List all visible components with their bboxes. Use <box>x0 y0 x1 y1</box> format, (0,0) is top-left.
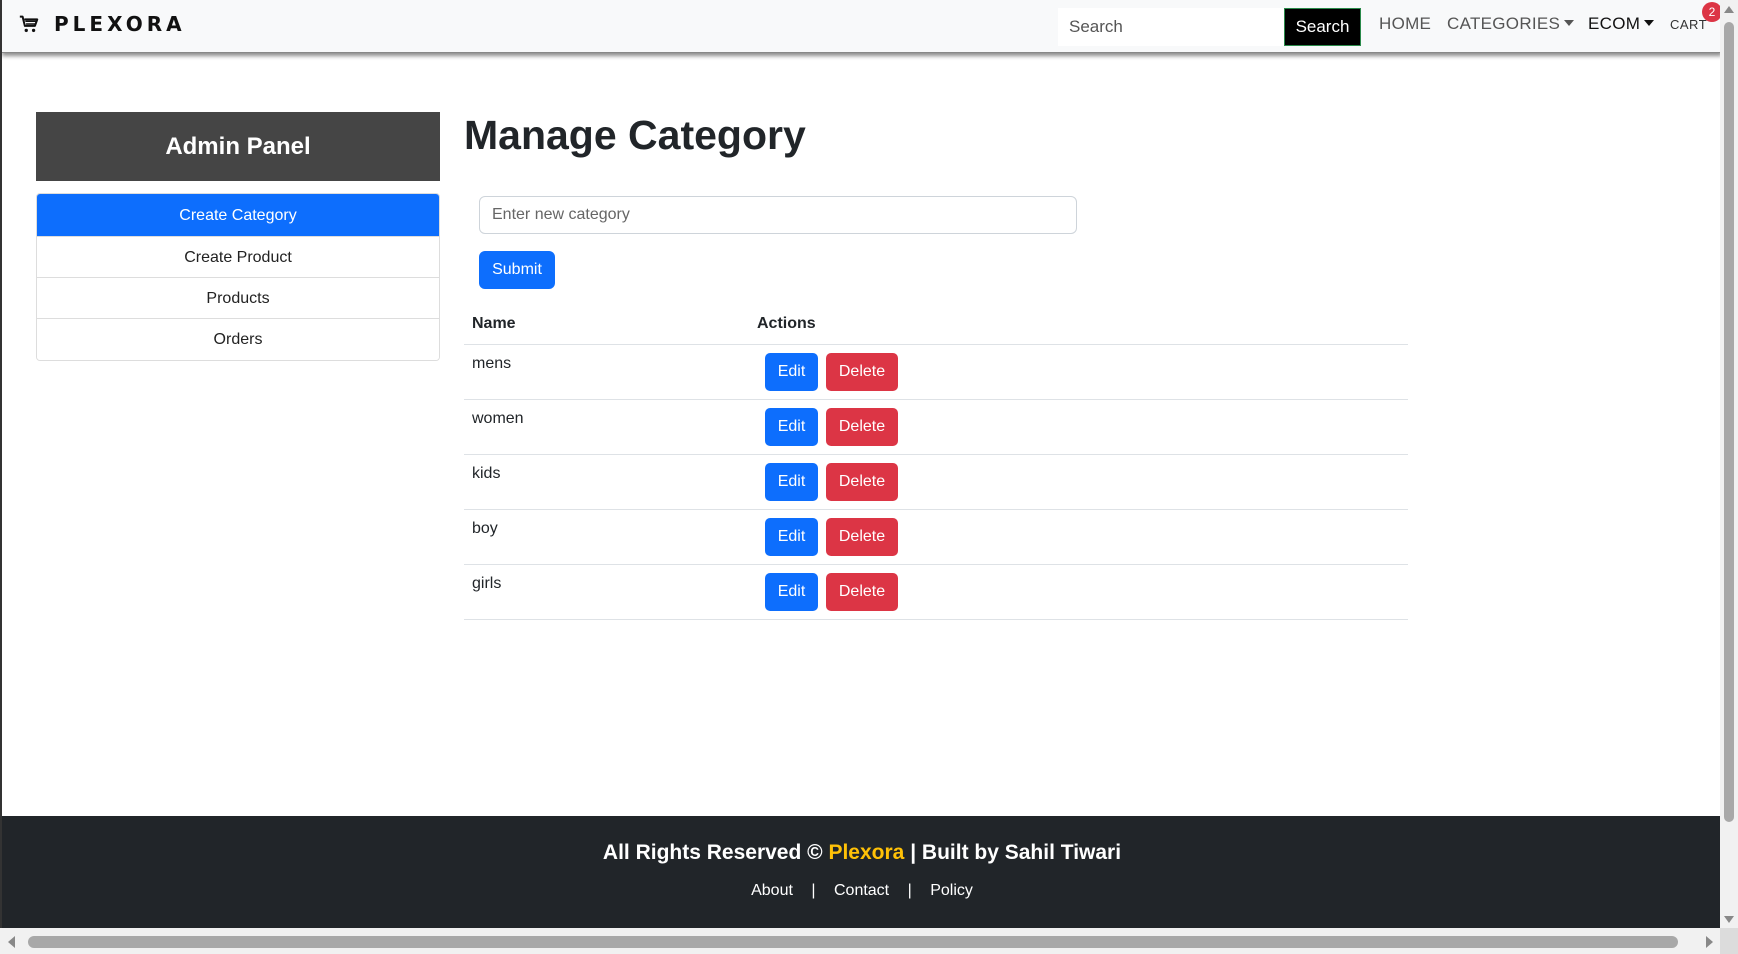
scroll-right-arrow-icon[interactable] <box>1706 936 1713 948</box>
delete-button[interactable]: Delete <box>826 518 898 556</box>
edit-button[interactable]: Edit <box>765 353 818 391</box>
page-title: Manage Category <box>464 112 806 158</box>
table-row: women Edit Delete <box>464 400 1408 455</box>
category-name: boy <box>472 520 498 537</box>
author-credit: | Built by Sahil Tiwari <box>910 841 1122 864</box>
browser-viewport: PLEXORA Search HOME CATEGORIES ECOM CART… <box>0 0 1720 928</box>
scroll-left-arrow-icon[interactable] <box>8 936 15 948</box>
footer-links: About | Contact | Policy <box>2 882 1720 900</box>
horizontal-scrollbar[interactable] <box>0 928 1738 954</box>
scrollbar-corner <box>1720 928 1738 954</box>
footer-link-policy[interactable]: Policy <box>930 882 973 899</box>
table-row: mens Edit Delete <box>464 345 1408 400</box>
nav-categories-label: CATEGORIES <box>1447 14 1561 33</box>
category-name: girls <box>472 575 502 592</box>
category-table: Name Actions mens Edit Delete women Edit… <box>464 311 1408 620</box>
cart-count-badge: 2 <box>1702 2 1720 22</box>
category-name: kids <box>472 465 501 482</box>
scroll-up-arrow-icon[interactable] <box>1724 6 1734 13</box>
footer: All Rights Reserved © Plexora | Built by… <box>2 816 1720 928</box>
chevron-down-icon <box>1564 20 1575 26</box>
search-input[interactable] <box>1058 8 1284 46</box>
edit-button[interactable]: Edit <box>765 463 818 501</box>
admin-menu: Create Category Create Product Products … <box>36 193 440 361</box>
column-header-actions: Actions <box>757 315 816 332</box>
chevron-down-icon <box>1644 20 1655 26</box>
table-row: kids Edit Delete <box>464 455 1408 510</box>
table-row: boy Edit Delete <box>464 510 1408 565</box>
sidebar-item-create-product[interactable]: Create Product <box>37 237 439 278</box>
footer-brand: Plexora <box>828 841 905 864</box>
nav-categories-dropdown[interactable]: CATEGORIES <box>1447 14 1575 34</box>
brand-link[interactable]: PLEXORA <box>18 12 186 36</box>
table-header: Name Actions <box>464 311 1408 345</box>
nav-home-link[interactable]: HOME <box>1379 14 1431 34</box>
vertical-scrollbar[interactable] <box>1720 0 1738 928</box>
copyright-text: All Rights Reserved © <box>602 841 823 864</box>
category-name: mens <box>472 355 512 372</box>
edit-button[interactable]: Edit <box>765 408 818 446</box>
footer-separator: | <box>907 882 912 899</box>
sidebar-item-products[interactable]: Products <box>37 278 439 319</box>
column-header-name: Name <box>472 315 516 332</box>
horizontal-scroll-thumb[interactable] <box>28 936 1678 948</box>
delete-button[interactable]: Delete <box>826 353 898 391</box>
sidebar-item-orders[interactable]: Orders <box>37 319 439 360</box>
admin-panel-title: Admin Panel <box>36 112 440 181</box>
submit-button[interactable]: Submit <box>479 251 555 289</box>
shopping-cart-icon <box>18 13 40 35</box>
brand-name: PLEXORA <box>54 12 186 36</box>
nav-user-label: ECOM <box>1588 14 1641 33</box>
footer-copyright: All Rights Reserved © Plexora | Built by… <box>2 841 1720 865</box>
nav-cart-link[interactable]: CART <box>1670 17 1707 32</box>
delete-button[interactable]: Delete <box>826 408 898 446</box>
delete-button[interactable]: Delete <box>826 463 898 501</box>
edit-button[interactable]: Edit <box>765 518 818 556</box>
table-row: girls Edit Delete <box>464 565 1408 620</box>
footer-separator: | <box>811 882 816 899</box>
sidebar-item-create-category[interactable]: Create Category <box>37 194 439 237</box>
scroll-down-arrow-icon[interactable] <box>1724 916 1734 923</box>
category-name: women <box>472 410 524 427</box>
edit-button[interactable]: Edit <box>765 573 818 611</box>
footer-link-about[interactable]: About <box>751 882 793 899</box>
footer-link-contact[interactable]: Contact <box>834 882 889 899</box>
search-button[interactable]: Search <box>1284 8 1361 46</box>
vertical-scroll-thumb[interactable] <box>1724 22 1734 822</box>
delete-button[interactable]: Delete <box>826 573 898 611</box>
top-navbar: PLEXORA Search HOME CATEGORIES ECOM CART… <box>2 0 1720 53</box>
nav-user-dropdown[interactable]: ECOM <box>1588 14 1655 34</box>
new-category-input[interactable] <box>479 196 1077 234</box>
